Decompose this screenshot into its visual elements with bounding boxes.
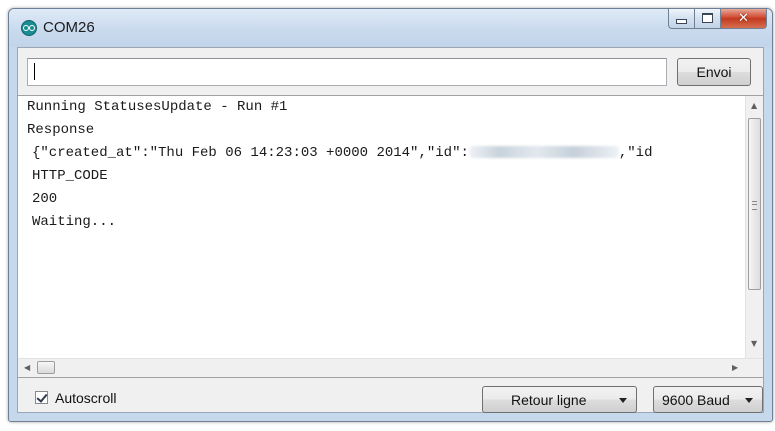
console-line: 200 — [32, 191, 58, 207]
chevron-down-icon — [745, 398, 753, 403]
horizontal-scrollbar[interactable]: ◀ ▶ — [18, 358, 763, 377]
caption-buttons: ✕ — [668, 9, 767, 30]
checkmark-icon — [36, 391, 48, 403]
grip-icon — [752, 201, 757, 210]
chevron-down-icon — [619, 398, 627, 403]
console-line: Response — [27, 122, 95, 138]
line-ending-select[interactable]: Retour ligne — [482, 386, 637, 413]
serial-monitor-window: COM26 ✕ Envoi Running StatusesUpdate - R… — [8, 8, 773, 422]
scroll-left-icon[interactable]: ◀ — [24, 364, 30, 372]
console-line-json: {"created_at":"Thu Feb 06 14:23:03 +0000… — [32, 144, 652, 162]
text-caret — [34, 63, 35, 80]
console-line: Running StatusesUpdate - Run #1 — [27, 99, 288, 115]
console-line: Waiting... — [32, 214, 117, 230]
title-bar[interactable]: COM26 ✕ — [9, 9, 772, 47]
close-button[interactable]: ✕ — [721, 9, 767, 29]
send-input[interactable] — [27, 58, 667, 86]
serial-output[interactable]: Running StatusesUpdate - Run #1 Response… — [18, 95, 763, 378]
autoscroll-checkbox[interactable] — [35, 391, 48, 404]
json-text: {"created_at":"Thu Feb 06 14:23:03 +0000… — [32, 145, 469, 161]
vertical-scroll-thumb[interactable] — [748, 118, 761, 290]
redacted-id — [468, 146, 619, 159]
horizontal-scroll-thumb[interactable] — [37, 361, 55, 374]
autoscroll-label: Autoscroll — [55, 390, 117, 406]
minimize-button[interactable] — [668, 9, 695, 29]
scroll-down-icon[interactable]: ▼ — [751, 340, 757, 348]
window-title: COM26 — [43, 19, 95, 36]
baud-rate-select[interactable]: 9600 Baud — [653, 386, 763, 413]
footer-bar: Autoscroll Retour ligne 9600 Baud — [18, 378, 763, 413]
vertical-scrollbar[interactable]: ▲ ▼ — [745, 96, 763, 358]
client-area: Envoi Running StatusesUpdate - Run #1 Re… — [17, 47, 764, 413]
maximize-icon — [702, 13, 713, 23]
send-button[interactable]: Envoi — [677, 58, 751, 86]
json-tail: ,"id — [618, 145, 653, 161]
console-line: HTTP_CODE — [32, 168, 108, 184]
minimize-icon — [676, 18, 687, 24]
line-ending-value: Retour ligne — [511, 392, 587, 408]
scroll-right-icon[interactable]: ▶ — [732, 364, 738, 372]
arduino-icon — [21, 20, 37, 36]
scroll-up-icon[interactable]: ▲ — [751, 102, 757, 110]
baud-rate-value: 9600 Baud — [662, 392, 730, 408]
maximize-button[interactable] — [695, 9, 721, 29]
close-icon: ✕ — [738, 10, 749, 26]
